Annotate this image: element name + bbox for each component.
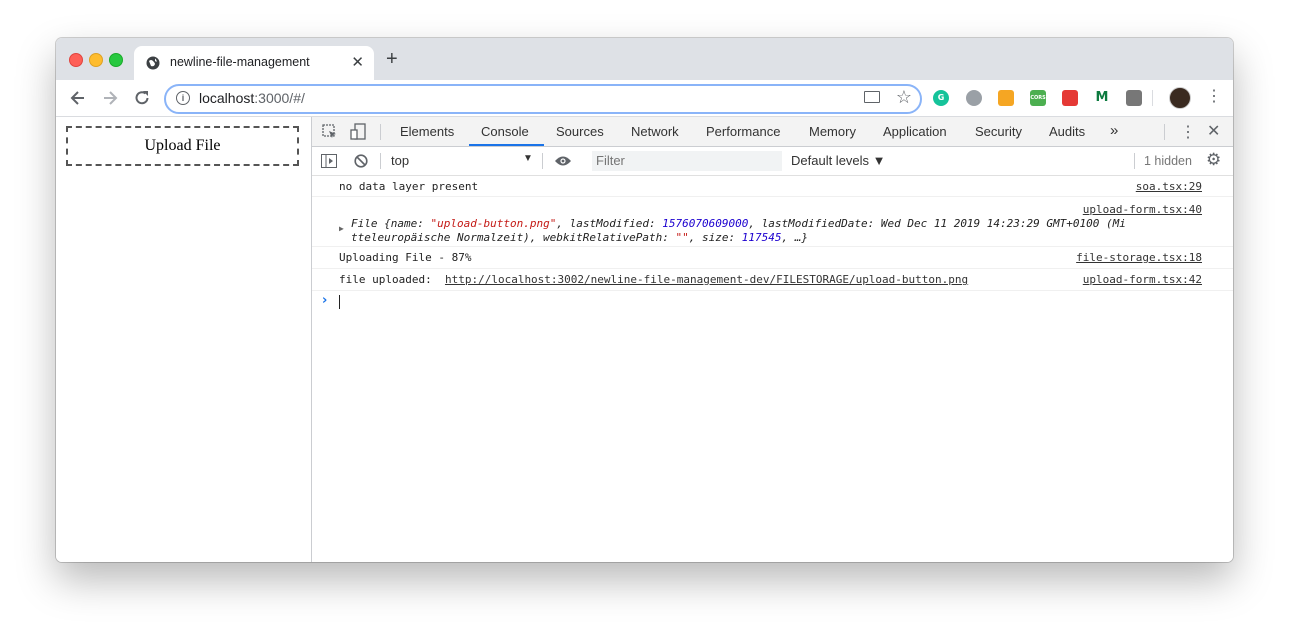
console-source-link[interactable]: file-storage.tsx:18	[1076, 251, 1202, 264]
bookmark-star-icon[interactable]: ☆	[896, 87, 912, 108]
orange-extension-icon[interactable]	[998, 90, 1014, 106]
uploaded-file-link[interactable]: http://localhost:3002/newline-file-manag…	[445, 273, 968, 286]
console-source-link[interactable]: upload-form.tsx:42	[1083, 273, 1202, 286]
console-source-link[interactable]: soa.tsx:29	[1136, 180, 1202, 193]
file-object-preview: File {name: "upload-button.png", lastMod…	[351, 217, 1126, 244]
upload-file-button[interactable]: Upload File	[66, 126, 299, 166]
site-info-icon[interactable]: i	[176, 91, 190, 105]
new-tab-button[interactable]: +	[386, 49, 398, 69]
console-toolbar: top ▼ Default levels ▼ 1 hidden ⚙	[312, 147, 1233, 176]
database-extension-icon[interactable]	[1126, 90, 1142, 106]
console-message-text: Uploading File - 87%	[339, 251, 472, 264]
console-message-text: file uploaded: http://localhost:3002/new…	[339, 273, 969, 286]
browser-tab[interactable]: newline-file-management ✕	[134, 46, 374, 80]
browser-toolbar: i localhost:3000/#/ ☆ G CORS M ⋮	[56, 80, 1233, 117]
devtools-tab-memory[interactable]: Memory	[809, 124, 856, 139]
devtools-tab-elements[interactable]: Elements	[400, 124, 454, 139]
browser-menu-icon[interactable]: ⋮	[1206, 87, 1222, 107]
profile-avatar[interactable]	[1169, 87, 1191, 109]
console-filter-input[interactable]	[592, 151, 782, 171]
console-messages: no data layer present soa.tsx:29 upload-…	[312, 176, 1233, 313]
url-text: localhost:3000/#/	[199, 90, 305, 106]
log-levels-dropdown[interactable]: Default levels ▼	[791, 153, 886, 168]
devtools-menu-icon[interactable]: ⋮	[1180, 122, 1196, 142]
close-window-button[interactable]	[69, 53, 83, 67]
console-source-link[interactable]: upload-form.tsx:40	[1083, 203, 1202, 216]
text-caret	[339, 295, 340, 309]
prompt-chevron-icon: ›	[322, 293, 328, 308]
expand-triangle-icon[interactable]: ▶	[339, 224, 344, 233]
maximize-window-button[interactable]	[109, 53, 123, 67]
hidden-messages-count: 1 hidden	[1144, 154, 1192, 168]
console-divider	[380, 153, 381, 169]
devtools-tab-sources[interactable]: Sources	[556, 124, 604, 139]
console-divider	[542, 153, 543, 169]
grammarly-icon[interactable]: G	[933, 90, 949, 106]
cors-extension-icon[interactable]: CORS	[1030, 90, 1046, 106]
sidebar-toggle-icon[interactable]	[321, 154, 337, 168]
minimize-window-button[interactable]	[89, 53, 103, 67]
devtools-tab-audits[interactable]: Audits	[1049, 124, 1085, 139]
devtools-close-icon[interactable]: ✕	[1207, 121, 1220, 141]
console-message-object[interactable]: upload-form.tsx:40 ▶ File {name: "upload…	[312, 197, 1233, 247]
clear-console-icon[interactable]	[354, 154, 368, 168]
toolbar-divider	[1152, 90, 1153, 106]
browser-window: newline-file-management ✕ + i localhost:…	[56, 38, 1233, 562]
devtools-panel: Elements Console Sources Network Performance…	[312, 117, 1233, 562]
tab-strip: newline-file-management ✕ +	[56, 38, 1233, 80]
circle-extension-icon[interactable]	[966, 90, 982, 106]
devtools-tab-performance[interactable]: Performance	[706, 124, 780, 139]
tab-title: newline-file-management	[170, 55, 310, 69]
back-icon[interactable]	[68, 88, 88, 108]
devtools-divider	[380, 124, 381, 140]
console-message: no data layer present soa.tsx:29	[312, 176, 1233, 197]
address-bar[interactable]: i localhost:3000/#/ ☆	[164, 84, 922, 114]
red-extension-icon[interactable]	[1062, 90, 1078, 106]
active-tab-indicator	[469, 144, 544, 146]
reload-icon[interactable]	[132, 88, 152, 108]
devtools-tab-console[interactable]: Console	[481, 124, 529, 139]
console-message-text: no data layer present	[339, 180, 479, 193]
inspect-element-icon[interactable]	[322, 124, 338, 140]
devtools-tab-application[interactable]: Application	[883, 124, 947, 139]
device-toolbar-icon[interactable]	[350, 123, 368, 141]
live-expression-eye-icon[interactable]	[554, 155, 572, 167]
console-divider	[1134, 153, 1135, 169]
tab-close-icon[interactable]: ✕	[351, 53, 364, 71]
devtools-divider	[1164, 124, 1165, 140]
console-message: file uploaded: http://localhost:3002/new…	[312, 269, 1233, 291]
devtools-tab-bar: Elements Console Sources Network Performance…	[312, 117, 1233, 147]
console-message: Uploading File - 87% file-storage.tsx:18	[312, 247, 1233, 269]
devtools-tab-network[interactable]: Network	[631, 124, 679, 139]
m-extension-icon[interactable]: M	[1094, 90, 1110, 106]
context-selector[interactable]: top	[391, 153, 409, 168]
devtools-tab-security[interactable]: Security	[975, 124, 1022, 139]
page-content: Upload File	[56, 117, 312, 562]
more-tabs-icon[interactable]: »	[1110, 122, 1118, 139]
context-dropdown-icon[interactable]: ▼	[523, 153, 533, 164]
forward-icon[interactable]	[100, 88, 120, 108]
globe-icon	[146, 56, 160, 70]
console-settings-gear-icon[interactable]: ⚙	[1206, 150, 1221, 170]
console-prompt[interactable]: ›	[312, 291, 1233, 313]
cast-icon[interactable]	[864, 91, 880, 103]
